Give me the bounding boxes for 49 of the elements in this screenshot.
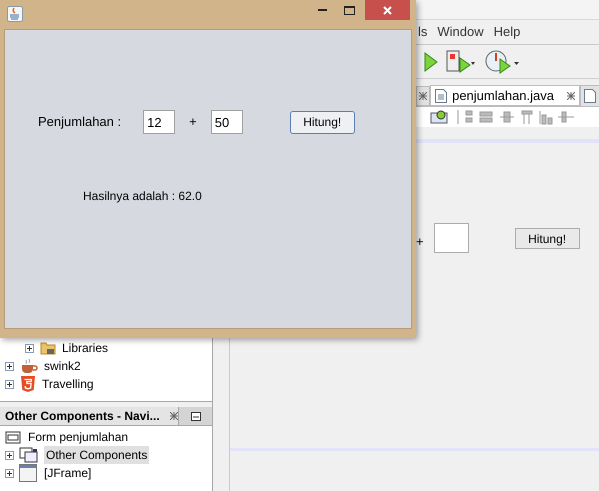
result-text: Hasilnya adalah : 62.0 [83, 188, 203, 205]
debug-icon[interactable] [446, 50, 476, 74]
menu-item[interactable]: Window [437, 22, 484, 42]
coffee-cup-icon [20, 358, 38, 374]
profile-icon[interactable] [484, 48, 520, 74]
close-button[interactable] [365, 0, 410, 20]
java-icon [7, 6, 23, 22]
hitung-button[interactable]: Hitung! [290, 110, 355, 134]
navigator-item[interactable]: Form penjumlahan [0, 428, 212, 446]
menu-item[interactable]: ls [418, 22, 428, 42]
panel-title: Other Components - Navi... [4, 408, 160, 425]
align-tools-icon[interactable] [456, 109, 576, 125]
editor-tab[interactable] [416, 86, 430, 106]
close-icon[interactable] [567, 92, 575, 100]
html5-icon [20, 376, 36, 392]
frame-icon [19, 464, 37, 482]
tree-item[interactable]: Libraries [0, 339, 212, 357]
second-number-field[interactable]: 50 [210, 110, 243, 134]
run-icon[interactable] [424, 52, 438, 72]
expand-icon[interactable] [5, 362, 14, 370]
maximize-icon [344, 6, 355, 14]
penjumlahan-label: Penjumlahan : [38, 113, 122, 132]
navigator-item[interactable]: Other Components [0, 446, 212, 464]
editor-tab[interactable]: penjumlahan.java [430, 85, 580, 106]
menu-item[interactable]: Help [494, 22, 520, 42]
document-icon[interactable] [584, 89, 596, 103]
folder-icon [40, 340, 56, 356]
preview-icon[interactable] [430, 109, 450, 125]
tree-item[interactable]: swink2 [0, 357, 212, 375]
first-number-field[interactable]: 12 [143, 110, 176, 134]
minimize-icon[interactable] [190, 412, 200, 420]
expand-icon[interactable] [5, 380, 14, 388]
minimize-icon [318, 8, 327, 12]
expand-icon[interactable] [25, 344, 34, 352]
document-icon [435, 88, 448, 102]
expand-icon[interactable] [5, 468, 14, 478]
close-icon[interactable] [170, 412, 178, 420]
operator-label: + [189, 113, 197, 132]
tree-item[interactable]: Travelling [0, 375, 212, 393]
navigator-item[interactable]: [JFrame] [0, 464, 212, 482]
form-icon [5, 430, 21, 444]
minimize-button[interactable] [178, 407, 212, 425]
close-icon [383, 6, 392, 14]
operator-label: + [416, 233, 424, 251]
text-field[interactable] [434, 223, 469, 253]
close-icon[interactable] [419, 92, 428, 100]
hitung-button[interactable]: Hitung! [514, 228, 580, 249]
components-icon [19, 447, 39, 463]
expand-icon[interactable] [5, 450, 14, 460]
